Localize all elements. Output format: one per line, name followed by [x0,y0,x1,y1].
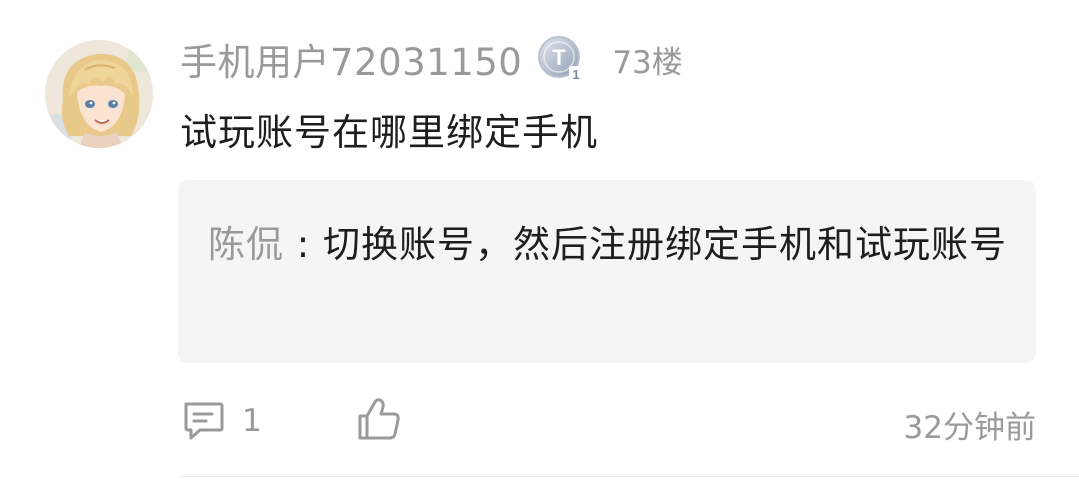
comment-count: 1 [242,403,262,439]
comment-bubble-icon [180,398,226,444]
svg-text:1: 1 [573,67,580,82]
comment-content: 试玩账号在哪里绑定手机 [180,111,598,154]
avatar-image [45,40,153,148]
level-t1-badge-icon: T 1 [536,34,586,84]
divider [180,476,1079,477]
comment-actions: 1 32分钟前 [180,396,1036,446]
thumbs-up-icon [356,396,402,442]
reply-item: 陈侃 : 切换账号，然后注册绑定手机和试玩账号 [208,214,1008,276]
floor-number: 73楼 [612,44,683,81]
comment-header: 手机用户72031150 T 1 73楼 [180,32,683,86]
username[interactable]: 手机用户72031150 [180,32,522,86]
avatar[interactable] [45,40,153,148]
reply-author[interactable]: 陈侃 [208,223,284,266]
like-button[interactable] [356,396,402,446]
reply-separator: : [284,223,323,266]
comment-item: 手机用户72031150 T 1 73楼 试玩账号在哪里绑定手机 陈侃 : 切换… [0,0,1079,496]
svg-text:T: T [553,45,567,70]
timestamp: 32分钟前 [903,410,1036,446]
reply-content: 切换账号，然后注册绑定手机和试玩账号 [323,223,1007,266]
reply-button[interactable]: 1 [180,396,262,446]
reply-box[interactable]: 陈侃 : 切换账号，然后注册绑定手机和试玩账号 [178,180,1036,363]
